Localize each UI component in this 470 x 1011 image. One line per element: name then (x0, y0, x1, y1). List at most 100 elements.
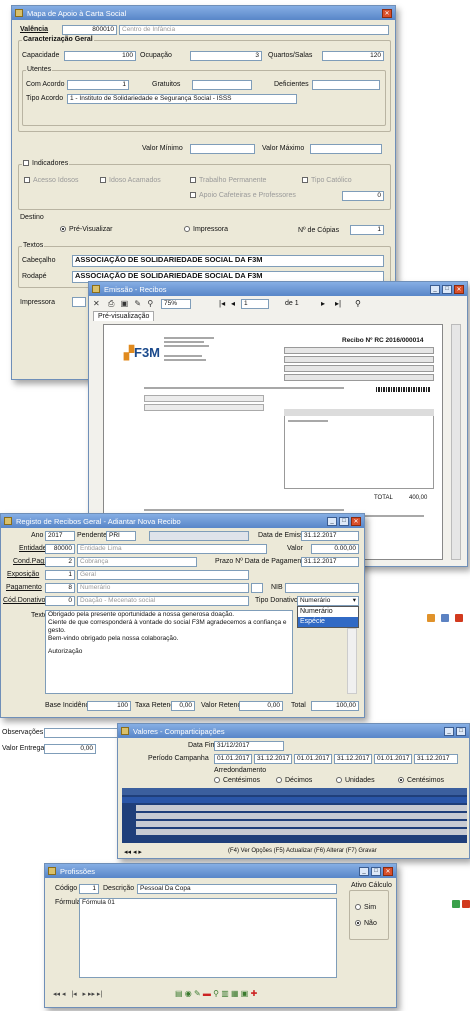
edit-icon[interactable]: ✎ (134, 299, 141, 308)
save-icon[interactable]: ▣ (121, 299, 129, 308)
grid-row[interactable] (136, 821, 467, 827)
save-icon[interactable] (441, 614, 449, 622)
ind-tipo-catolico[interactable]: Tipo Católico (302, 177, 352, 184)
close-icon[interactable]: ✕ (454, 284, 464, 294)
zoom-icon[interactable]: ⚲ (147, 299, 153, 308)
nib-field[interactable] (285, 583, 359, 593)
prazo-field[interactable]: 31.12.2017 (301, 557, 359, 567)
cod-donativo-label[interactable]: Cód.Donativo (3, 597, 45, 604)
tipo-acordo-field[interactable]: 1 - Instituto de Solidariedade e Seguran… (67, 94, 297, 104)
data-emissao-field[interactable]: 31.12.2017 (301, 531, 359, 541)
grid-row[interactable] (136, 805, 467, 811)
periodo-2[interactable]: 31.12.2017 (254, 754, 292, 764)
deficientes-field[interactable] (312, 80, 380, 90)
minimize-icon[interactable]: _ (444, 726, 454, 736)
grid-row-selected[interactable] (122, 797, 467, 803)
valencia-code-field[interactable]: 800010 (62, 25, 117, 35)
ind-trabalho-permanente[interactable]: Trabalho Permanente (190, 177, 266, 184)
texto-area[interactable]: Obrigado pela presente oportunidade a no… (45, 610, 293, 694)
tipo-donativo-select[interactable]: Numerário ▾ (297, 596, 359, 606)
total-field[interactable]: 100,00 (311, 701, 359, 711)
pagamento-label[interactable]: Pagamento (6, 584, 42, 591)
ind-apoio-cafeteiras[interactable]: Apoio Cafeteiras e Professores (190, 192, 296, 199)
pagamento-code-field[interactable]: 8 (45, 583, 75, 593)
sim-radio[interactable]: Sim (355, 904, 376, 911)
entidade-code-field[interactable]: 80000 (45, 544, 75, 554)
close-icon[interactable]: ✕ (382, 8, 392, 18)
search-icon[interactable]: ⚲ (355, 299, 361, 308)
taxa-field[interactable]: 0,00 (171, 701, 195, 711)
entidade-label[interactable]: Entidade (19, 545, 47, 552)
cod-donativo-code-field[interactable]: 0 (45, 596, 75, 606)
record-navigator[interactable]: ◂◂ ◂ |◂ ▸ ▸▸ ▸| (53, 990, 102, 998)
minimize-icon[interactable]: _ (327, 516, 337, 526)
valor-retido-field[interactable]: 0,00 (239, 701, 283, 711)
prev-page-icon[interactable]: ◂ (231, 299, 235, 308)
grid-row[interactable] (136, 813, 467, 819)
option-especie[interactable]: Espécie (298, 617, 358, 627)
page-field[interactable]: 1 (241, 299, 269, 309)
quartos-field[interactable]: 120 (322, 51, 384, 61)
maximize-icon[interactable]: □ (371, 866, 381, 876)
gratuitos-field[interactable] (192, 80, 252, 90)
last-page-icon[interactable]: ▸| (335, 299, 341, 308)
ind-acesso-idosos[interactable]: Acesso Idosos (24, 177, 79, 184)
vertical-scrollbar[interactable] (451, 324, 461, 560)
periodo-3[interactable]: 01.01.2017 (294, 754, 332, 764)
first-page-icon[interactable]: |◂ (219, 299, 225, 308)
close-icon[interactable]: ✕ (383, 866, 393, 876)
edit-icon[interactable] (427, 614, 435, 622)
cond-pag-label[interactable]: Cond.Pag. (13, 558, 46, 565)
minimize-icon[interactable]: _ (430, 284, 440, 294)
ano-field[interactable]: 2017 (45, 531, 75, 541)
maximize-icon[interactable]: □ (442, 284, 452, 294)
grid-row[interactable] (136, 829, 467, 835)
option-numerario[interactable]: Numerário (298, 607, 358, 617)
periodo-6[interactable]: 31.12.2017 (414, 754, 458, 764)
close-icon[interactable] (462, 900, 470, 908)
close-preview-icon[interactable]: ✕ (93, 299, 100, 308)
pagamento-lookup[interactable] (251, 583, 263, 593)
ind-idoso-acamados[interactable]: Idoso Acamados (100, 177, 161, 184)
valor-minimo-field[interactable] (190, 144, 255, 154)
impressora-radio[interactable]: Impressora (184, 226, 228, 233)
minimize-icon[interactable]: _ (359, 866, 369, 876)
periodo-4[interactable]: 31.12.2017 (334, 754, 372, 764)
valor-field[interactable]: 0.00,00 (311, 544, 359, 554)
impressora-field[interactable] (72, 297, 86, 307)
serie-field[interactable]: PRI (106, 531, 136, 541)
arred-centesimos-radio[interactable]: Centésimos (214, 777, 260, 784)
close-icon[interactable] (455, 614, 463, 622)
next-page-icon[interactable]: ▸ (321, 299, 325, 308)
exposicao-code-field[interactable]: 1 (45, 570, 75, 580)
confirm-icon[interactable] (452, 900, 460, 908)
zoom-select[interactable]: 75% (161, 299, 191, 309)
arred-unidades-radio[interactable]: Unidades (336, 777, 375, 784)
codigo-field[interactable]: 1 (79, 884, 99, 894)
nao-radio[interactable]: Não (355, 920, 377, 927)
base-field[interactable]: 100 (87, 701, 131, 711)
cabecalho-field[interactable]: ASSOCIAÇÃO DE SOLIDARIEDADE SOCIAL DA F3… (72, 255, 384, 267)
indicador-value-field[interactable]: 0 (342, 191, 384, 201)
grid-nav[interactable]: ◂◂ ◂ ▸ (124, 848, 142, 856)
copias-field[interactable]: 1 (350, 225, 384, 235)
arred-centesimos2-radio[interactable]: Centésimos (398, 777, 444, 784)
close-icon[interactable]: ✕ (351, 516, 361, 526)
texto-scrollbar[interactable] (347, 628, 357, 694)
maximize-icon[interactable]: □ (456, 726, 466, 736)
periodo-1[interactable]: 01.01.2017 (214, 754, 252, 764)
periodo-5[interactable]: 01.01.2017 (374, 754, 412, 764)
exposicao-label[interactable]: Exposição (7, 571, 39, 578)
pre-visualizar-radio[interactable]: Pré-Visualizar (60, 226, 112, 233)
ocupacao-field[interactable]: 3 (190, 51, 262, 61)
formula-field[interactable]: Fórmula 01 (79, 898, 337, 978)
com-acordo-field[interactable]: 1 (67, 80, 129, 90)
valor-entrega-field[interactable]: 0,00 (44, 744, 96, 754)
cond-pag-code-field[interactable]: 2 (45, 557, 75, 567)
indicadores-checkbox[interactable]: Indicadores (22, 160, 70, 167)
valor-maximo-field[interactable] (310, 144, 382, 154)
toolbar-icons[interactable]: ▤ ◉ ✎ ▬ ⚲ ▥ ▦ ▣ ✚ (175, 989, 257, 998)
print-icon[interactable]: ⎙ (108, 299, 114, 308)
data-fim-field[interactable]: 31/12/2017 (214, 741, 284, 751)
tab-previsualizacao[interactable]: Pré-visualização (93, 311, 155, 321)
